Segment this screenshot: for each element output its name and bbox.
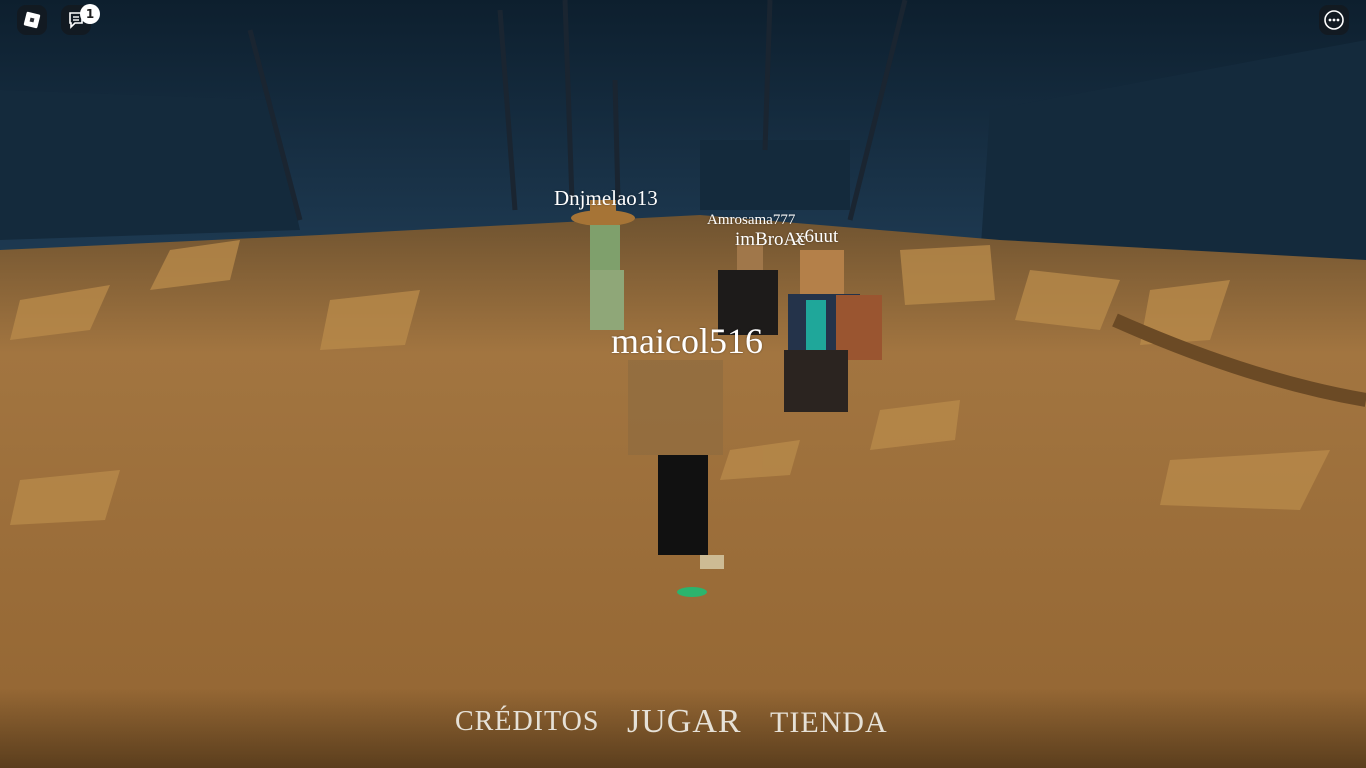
player-nametag: x6uut xyxy=(795,226,839,247)
roblox-menu-button[interactable] xyxy=(17,5,47,35)
more-options-icon xyxy=(1324,10,1344,30)
creditos-button[interactable]: CRÉDITOS xyxy=(455,706,599,738)
chat-badge: 1 xyxy=(80,4,100,24)
more-options-button[interactable] xyxy=(1319,5,1349,35)
player-nametag: Amrosama777 xyxy=(707,212,796,228)
local-player-nametag: maicol516 xyxy=(611,321,763,361)
player-nametag: Dnjmelao13 xyxy=(554,186,658,210)
tienda-button[interactable]: TIENDA xyxy=(770,706,888,740)
jugar-button[interactable]: JUGAR xyxy=(627,703,742,741)
roblox-logo-icon xyxy=(23,11,41,29)
game-viewport[interactable] xyxy=(0,0,1366,768)
